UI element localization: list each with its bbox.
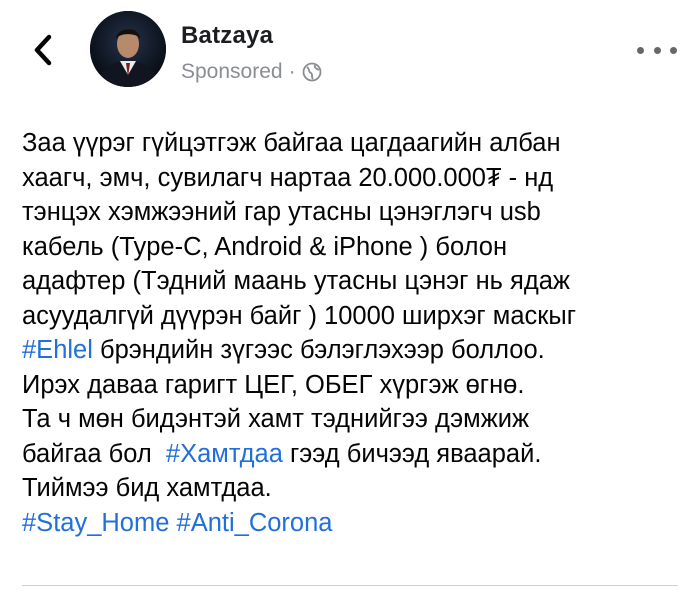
post-line: Ирэх даваа гаригт ЦЕГ, ОБЕГ хүргэж өгнө. [22, 370, 525, 399]
post-meta: Sponsored · [181, 60, 322, 84]
post-line: асуудалгүй дүүрэн байг ) 10000 ширхэг ма… [22, 301, 577, 330]
profile-photo [90, 11, 166, 87]
post-line: Заа үүрэг гүйцэтгэж байгаа цагдаагийн ал… [22, 129, 561, 157]
post-line: #Stay_Home #Anti_Corona [22, 506, 690, 541]
meta-separator: · [288, 60, 296, 83]
chevron-left-icon [34, 34, 52, 66]
post-line-text: гээд бичээд яваарай. [282, 439, 542, 468]
post-line-text: байгаа бол [22, 439, 166, 468]
post-line: хаагч, эмч, сувилагч нартаа 20.000.000₮ … [22, 163, 554, 192]
back-button[interactable] [26, 30, 60, 70]
post-line: кабель (Type-C, Android & iPhone ) болон [22, 232, 508, 261]
post-header: Batzaya Sponsored · [0, 0, 700, 100]
globe-icon[interactable] [302, 62, 322, 82]
hashtag-ehlel[interactable]: #Ehlel [22, 336, 93, 364]
more-options-button[interactable] [637, 36, 677, 64]
divider [22, 585, 678, 586]
hashtag-anti-corona[interactable]: #Anti_Corona [177, 509, 333, 537]
post-line: #Ehlel брэндийн зүгээс бэлэглэхээр болло… [22, 333, 690, 368]
post-line: адафтер (Тэдний маань утасны цэнэг нь яд… [22, 267, 570, 295]
sponsored-label[interactable]: Sponsored [181, 60, 283, 84]
post-line: Тиймээ бид хамтдаа. [22, 474, 272, 502]
post-line-text: брэндийн зүгээс бэлэглэхээр боллоо. [92, 336, 545, 364]
post-line: тэнцэх хэмжээний гар утасны цэнэглэгч us… [22, 198, 541, 226]
author-name[interactable]: Batzaya [181, 22, 273, 50]
hashtag-stay-home[interactable]: #Stay_Home [22, 509, 169, 537]
post-line: Та ч мөн бидэнтэй хамт тэднийгээ дэмжиж [22, 405, 530, 433]
post-text: Заа үүрэг гүйцэтгэж байгаа цагдаагийн ал… [22, 126, 690, 540]
hashtag-hamtdaa[interactable]: #Хамтдаа [166, 440, 283, 468]
hashtag-separator [169, 509, 176, 537]
more-horizontal-icon [637, 46, 644, 54]
more-dot [653, 46, 661, 54]
post-line: байгаа бол #Хамтдаа гээд бичээд яваарай. [22, 437, 690, 472]
more-dot [670, 46, 677, 54]
avatar[interactable] [90, 11, 166, 87]
